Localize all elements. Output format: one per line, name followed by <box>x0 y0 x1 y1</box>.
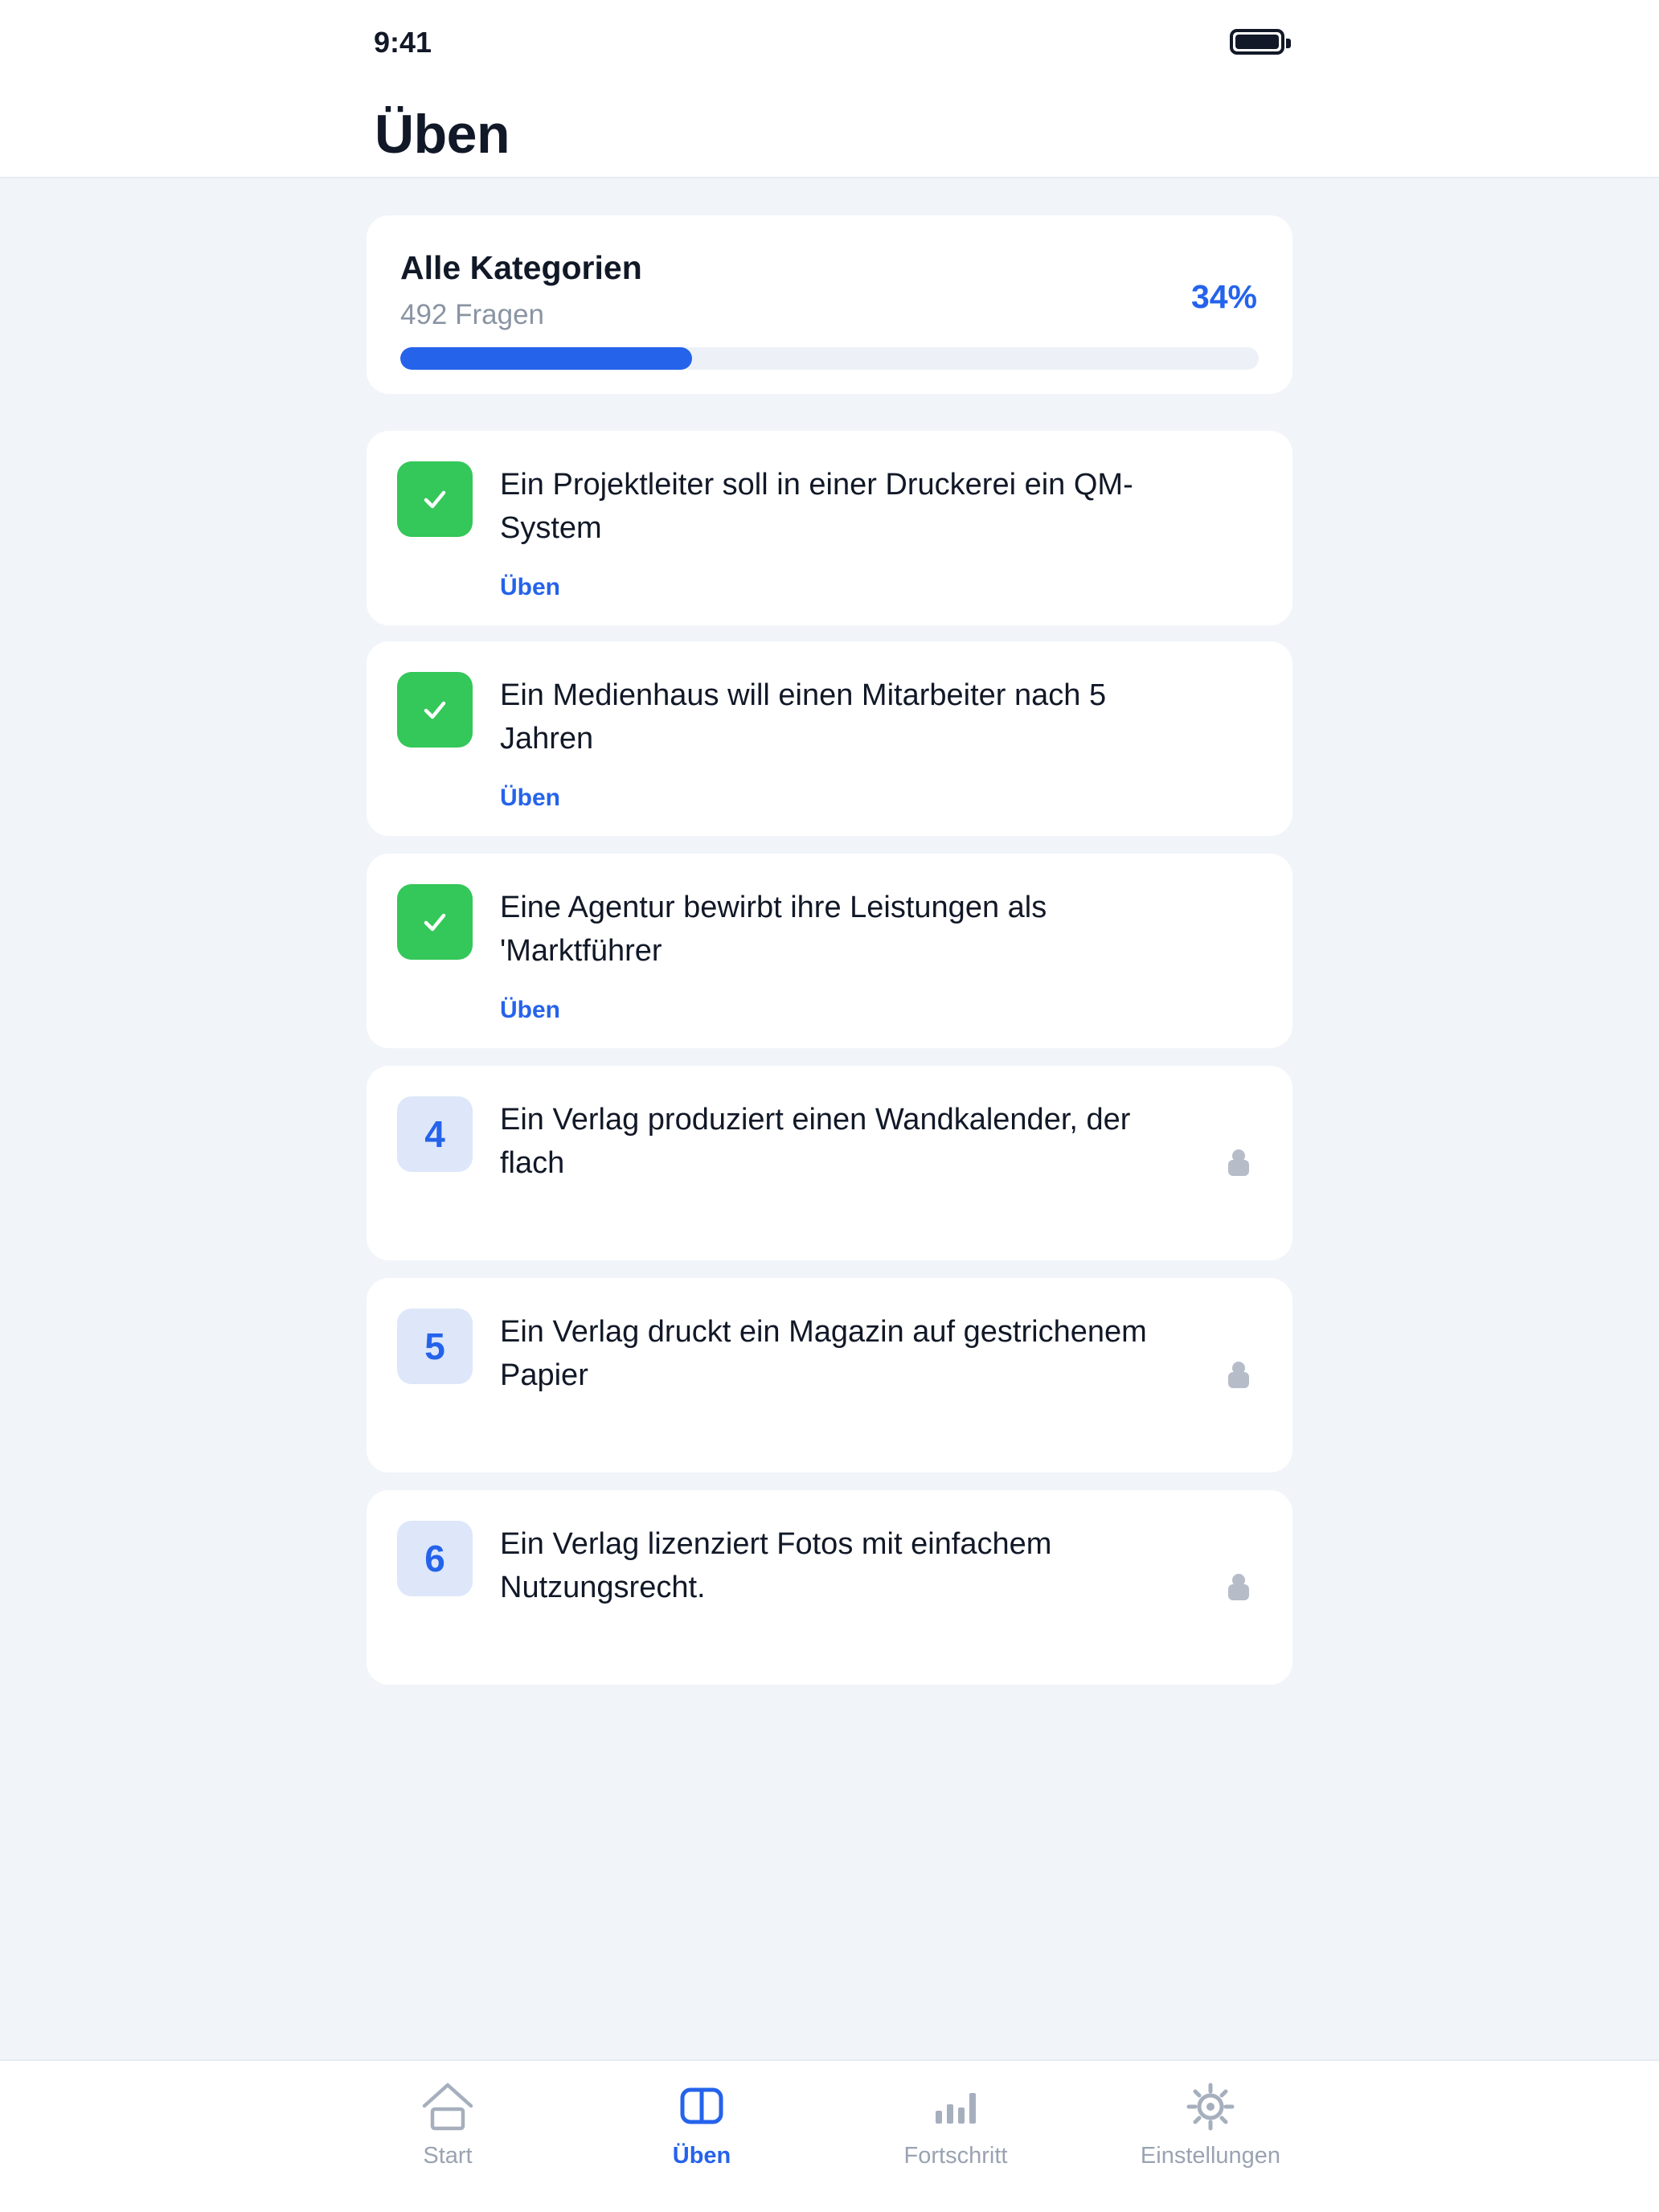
tab-label: Üben <box>672 2143 731 2169</box>
header: 9:41 Üben <box>0 0 1659 178</box>
home-icon <box>422 2083 473 2131</box>
check-icon <box>397 672 473 748</box>
check-icon <box>397 884 473 960</box>
question-number: 4 <box>424 1113 445 1155</box>
progress-bar <box>400 347 1259 370</box>
question-card-1[interactable]: Ein Projektleiter soll in einer Druckere… <box>367 431 1292 625</box>
question-number: 6 <box>424 1538 445 1579</box>
question-number-badge: 6 <box>397 1521 473 1596</box>
tab-label: Einstellungen <box>1140 2143 1281 2169</box>
tab-bar: Start Üben Fortschritt Einstellungen <box>0 2059 1659 2212</box>
check-icon <box>397 461 473 537</box>
page-title: Üben <box>375 104 510 165</box>
tab-ueben[interactable]: Üben <box>605 2079 798 2183</box>
question-text: Ein Medienhaus will einen Mitarbeiter na… <box>500 678 1107 756</box>
category-title: Alle Kategorien <box>400 249 642 286</box>
question-text: Ein Verlag druckt ein Magazin auf gestri… <box>500 1315 1147 1392</box>
bar-chart-icon <box>936 2093 976 2124</box>
tab-fortschritt[interactable]: Fortschritt <box>859 2079 1052 2183</box>
battery-icon <box>1230 29 1291 55</box>
practice-link[interactable]: Üben <box>500 574 560 601</box>
question-number: 5 <box>424 1325 445 1367</box>
question-count: 492 Fragen <box>400 299 545 330</box>
question-card-4[interactable]: 4 Ein Verlag produziert einen Wandkalend… <box>367 1066 1292 1260</box>
status-time: 9:41 <box>374 26 432 59</box>
lock-icon <box>1228 1149 1249 1176</box>
question-text: Ein Verlag produziert einen Wandkalender… <box>500 1103 1131 1180</box>
tab-label: Fortschritt <box>903 2143 1008 2169</box>
question-card-2[interactable]: Ein Medienhaus will einen Mitarbeiter na… <box>367 641 1292 836</box>
question-text: Eine Agentur bewirbt ihre Leistungen als… <box>500 891 1047 968</box>
lock-icon <box>1228 1362 1249 1388</box>
tab-label: Start <box>423 2143 473 2169</box>
question-card-3[interactable]: Eine Agentur bewirbt ihre Leistungen als… <box>367 854 1292 1048</box>
category-summary-card[interactable]: Alle Kategorien 492 Fragen 34% <box>367 215 1292 394</box>
question-text: Ein Verlag lizenziert Fotos mit einfache… <box>500 1527 1052 1604</box>
lock-icon <box>1228 1574 1249 1600</box>
progress-percent: 34% <box>1190 278 1257 315</box>
practice-link[interactable]: Üben <box>500 997 560 1024</box>
question-card-5[interactable]: 5 Ein Verlag druckt ein Magazin auf gest… <box>367 1278 1292 1473</box>
question-card-6[interactable]: 6 Ein Verlag lizenziert Fotos mit einfac… <box>367 1490 1292 1685</box>
tab-start[interactable]: Start <box>351 2079 544 2183</box>
question-number-badge: 5 <box>397 1309 473 1384</box>
progress-bar-fill <box>400 347 693 370</box>
tab-einstellungen[interactable]: Einstellungen <box>1114 2079 1307 2183</box>
book-icon <box>680 2087 723 2124</box>
practice-link[interactable]: Üben <box>500 784 560 812</box>
question-number-badge: 4 <box>397 1096 473 1172</box>
question-text: Ein Projektleiter soll in einer Druckere… <box>500 468 1133 545</box>
gear-icon <box>1186 2083 1235 2131</box>
